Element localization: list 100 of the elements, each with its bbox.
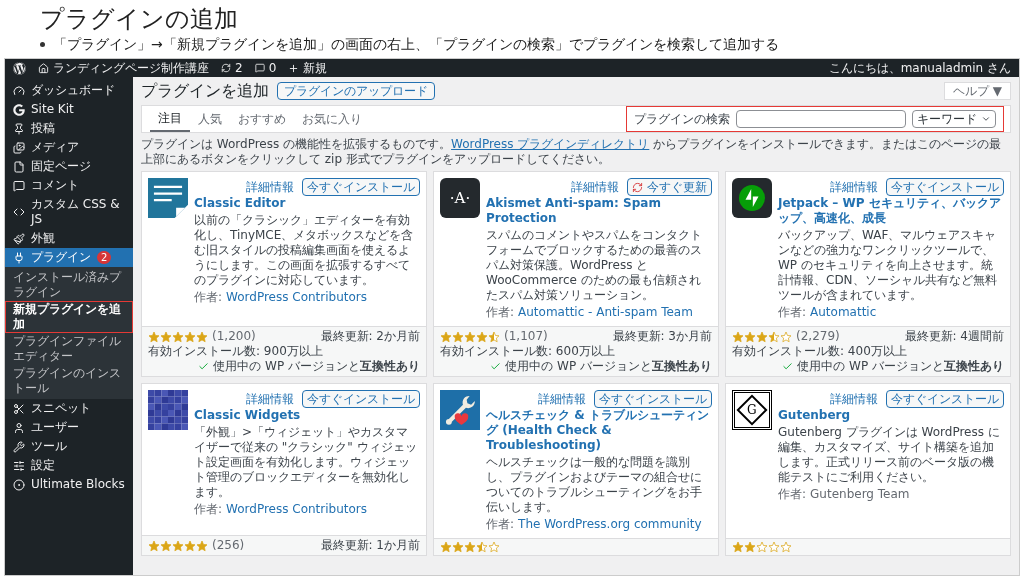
install-button[interactable]: 今すぐインストール — [886, 390, 1004, 408]
star-icon — [160, 539, 172, 552]
plugin-description: バックアップ、WAF、マルウェアスキャンなどの強力なワンクリックツールで、WP のセキュリティを向上させます。統計情報、CDN、ソーシャル共有など無料ツールが含まれています。 — [778, 227, 998, 303]
sidebar-item[interactable]: メディア — [5, 138, 133, 157]
directory-link[interactable]: WordPress プラグインディレクトリ — [451, 137, 650, 151]
gauge-icon — [13, 84, 25, 97]
filter-tab[interactable]: お気に入り — [294, 106, 370, 132]
details-link[interactable]: 詳細情報 — [246, 391, 294, 407]
author-label: 作者: — [194, 502, 223, 517]
w-logo-icon[interactable] — [13, 61, 26, 75]
new-link[interactable]: 新規 — [288, 59, 328, 77]
chevron-down-icon — [981, 114, 991, 124]
author-label: 作者: — [486, 517, 515, 532]
sidebar-item[interactable]: ユーザー — [5, 418, 133, 437]
help-button[interactable]: ヘルプ ▼ — [943, 82, 1011, 100]
submenu-item[interactable]: プラグインのインストール — [5, 365, 133, 397]
plugin-name-link[interactable]: Classic Editor — [194, 196, 420, 211]
author-link[interactable]: WordPress Contributors — [226, 502, 368, 517]
update-button[interactable]: 今すぐ更新 — [627, 178, 712, 196]
sidebar-item[interactable]: コメント — [5, 176, 133, 195]
sidebar-item[interactable]: ツール — [5, 437, 133, 456]
wrench-heart-logo-icon — [440, 390, 480, 430]
wrench-icon — [13, 440, 25, 453]
star-icon — [160, 330, 172, 343]
code-icon — [13, 206, 25, 218]
images-icon — [13, 141, 25, 154]
plugin-name-link[interactable]: Akismet Anti-spam: Spam Protection — [486, 196, 712, 226]
star-icon — [756, 330, 768, 343]
author-link[interactable]: WordPress Contributors — [226, 290, 368, 305]
page-title: プラグインを追加 — [141, 81, 269, 101]
star-icon — [184, 330, 196, 343]
scissors-icon — [13, 402, 25, 415]
star-icon — [768, 541, 780, 553]
last-updated: 最終更新: 3か月前 — [612, 329, 712, 344]
details-link[interactable]: 詳細情報 — [538, 391, 586, 407]
details-link[interactable]: 詳細情報 — [830, 391, 878, 407]
filter-tab[interactable]: おすすめ — [230, 106, 294, 132]
sidebar-item[interactable]: 投稿 — [5, 119, 133, 138]
sidebar-item[interactable]: スニペット — [5, 399, 133, 418]
author-label: 作者: — [486, 305, 515, 320]
greeting-link[interactable]: こんにちは、manualadmin さん — [828, 59, 1011, 77]
compatibility-text: 使用中の WP バージョンと互換性あり — [213, 359, 420, 374]
updates-link[interactable]: 2 — [221, 59, 243, 77]
sidebar-item[interactable]: Ultimate Blocks — [5, 475, 133, 494]
filter-tab[interactable]: 人気 — [190, 106, 230, 132]
page-icon — [13, 160, 25, 173]
submenu-item[interactable]: インストール済みプラグイン — [5, 269, 133, 301]
search-type-select[interactable]: キーワード — [912, 110, 996, 128]
refresh-icon — [632, 181, 643, 193]
search-field[interactable] — [736, 110, 906, 128]
check-icon — [782, 361, 794, 372]
plugin-name-link[interactable]: Classic Widgets — [194, 408, 420, 423]
site-link[interactable]: ランディングページ制作講座 — [38, 59, 209, 77]
star-icon — [780, 541, 792, 553]
sidebar-item[interactable]: カスタム CSS & JS — [5, 195, 133, 229]
intro-text: プラグインは WordPress の機能性を拡張するものです。WordPress プラグインディレクトリ からプラグインをインストールできます。またはこのページの最上部にあるボタンをクリックして zip 形式でプラグインをアップロードしてください。 — [141, 137, 1003, 167]
star-icon — [464, 330, 476, 343]
star-icon — [488, 330, 500, 343]
details-link[interactable]: 詳細情報 — [830, 179, 878, 195]
sidebar-item[interactable]: 設定 — [5, 456, 133, 475]
check-icon — [490, 361, 502, 372]
author-label: 作者: — [778, 305, 807, 320]
filter-tab[interactable]: 注目 — [150, 106, 190, 132]
star-icon — [452, 330, 464, 343]
plugin-name-link[interactable]: Gutenberg — [778, 408, 1004, 423]
sidebar-item[interactable]: Site Kit — [5, 100, 133, 119]
plugin-description: 「外観」>「ウィジェット」やカスタマイザーで従来の "クラシック" ウィジェット設定画面を有効化します。ウィジェット管理のブロックエディターを無効化します。 — [194, 424, 418, 500]
pin-icon — [13, 122, 25, 135]
sidebar-item[interactable]: 固定ページ — [5, 157, 133, 176]
plug-icon — [13, 251, 25, 264]
sliders-icon — [13, 459, 25, 472]
check-icon — [198, 361, 210, 372]
install-button[interactable]: 今すぐインストール — [302, 390, 420, 408]
submenu-item[interactable]: プラグインファイルエディター — [5, 333, 133, 365]
plugin-name-link[interactable]: Jetpack – WP セキュリティ、バックアップ、高速化、成長 — [778, 196, 1004, 226]
comments-link[interactable]: 0 — [254, 59, 277, 77]
submenu-item[interactable]: 新規プラグインを追加 — [5, 301, 133, 333]
plugin-name-link[interactable]: ヘルスチェック & トラブルシューティング (Health Check & Troubleshooting) — [486, 408, 712, 453]
sidebar-item[interactable]: プラグイン 2 — [5, 248, 133, 267]
details-link[interactable]: 詳細情報 — [571, 179, 619, 195]
install-button[interactable]: 今すぐインストール — [886, 178, 1004, 196]
upload-button[interactable]: プラグインのアップロード — [277, 82, 435, 100]
sidebar-item[interactable]: ダッシュボード — [5, 81, 133, 100]
details-link[interactable]: 詳細情報 — [246, 179, 294, 195]
install-button[interactable]: 今すぐインストール — [594, 390, 712, 408]
author-link[interactable]: Automattic - Anti-spam Team — [518, 305, 693, 320]
star-icon — [172, 539, 184, 552]
author-label: 作者: — [778, 487, 807, 502]
install-button[interactable]: 今すぐインストール — [302, 178, 420, 196]
author-link[interactable]: The WordPress.org community — [518, 517, 702, 532]
sidebar-item[interactable]: 外観 — [5, 229, 133, 248]
install-count: 有効インストール数: 600万以上 — [440, 344, 616, 359]
circle-icon — [13, 478, 25, 491]
rating-count: (1,200) — [212, 329, 256, 344]
compatibility-text: 使用中の WP バージョンと互換性あり — [505, 359, 712, 374]
bullet-icon — [40, 42, 45, 47]
author-link[interactable]: Automattic — [810, 305, 877, 320]
star-icon — [196, 330, 208, 343]
user-icon — [13, 421, 25, 434]
install-count: 有効インストール数: 400万以上 — [732, 344, 908, 359]
